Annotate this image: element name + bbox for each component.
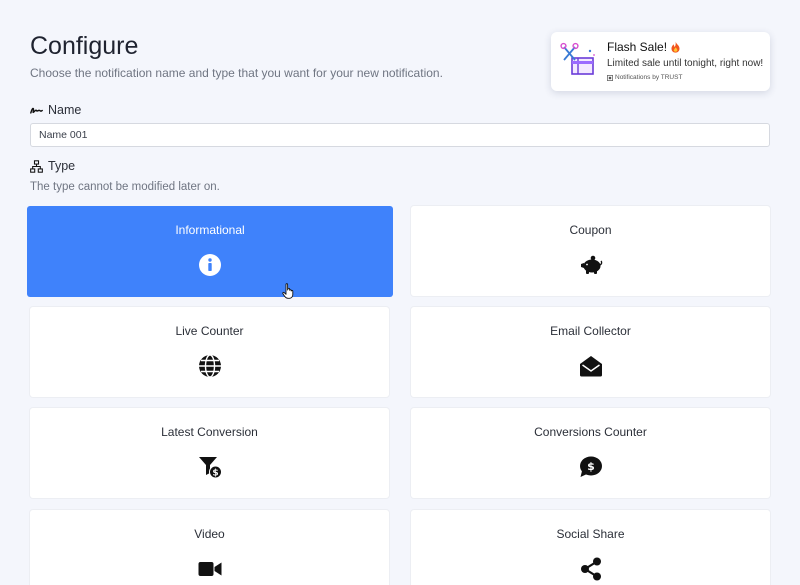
envelope-open-icon [578, 353, 604, 379]
trust-badge-icon [607, 74, 613, 81]
flash-sale-image [559, 41, 599, 81]
type-card-label: Email Collector [550, 324, 631, 338]
type-card-informational[interactable]: Informational [27, 206, 393, 297]
page-title: Configure [30, 32, 139, 60]
type-label: Type [30, 159, 75, 173]
fire-icon [671, 41, 680, 53]
signature-icon [30, 107, 43, 114]
type-card-label: Video [194, 527, 225, 541]
type-card-label: Informational [175, 223, 245, 237]
page-subtitle: Choose the notification name and type th… [30, 66, 443, 80]
video-camera-icon [197, 556, 223, 582]
type-card-latest-conversion[interactable]: Latest Conversion $ [30, 408, 389, 498]
globe-icon [197, 353, 223, 379]
notification-title-row: Flash Sale! [607, 40, 763, 54]
svg-text:$: $ [212, 468, 218, 478]
type-card-conversions-counter[interactable]: Conversions Counter $ [411, 408, 770, 498]
notification-description: Limited sale until tonight, right now! [607, 58, 764, 69]
piggy-bank-icon [578, 252, 604, 278]
name-label: Name [30, 103, 81, 117]
type-hint: The type cannot be modified later on. [30, 181, 220, 193]
type-card-label: Coupon [569, 223, 612, 237]
type-card-email-collector[interactable]: Email Collector [411, 307, 770, 397]
type-card-label: Live Counter [175, 324, 244, 338]
funnel-dollar-icon: $ [197, 454, 223, 480]
name-label-text: Name [48, 103, 82, 117]
notification-credit-text: Notifications by TRUST [615, 74, 683, 81]
svg-text:$: $ [587, 460, 595, 473]
type-card-coupon[interactable]: Coupon [411, 206, 770, 296]
sitemap-icon [30, 159, 43, 173]
type-card-live-counter[interactable]: Live Counter [30, 307, 389, 397]
notification-credit[interactable]: Notifications by TRUST [607, 74, 763, 81]
share-icon [578, 556, 604, 582]
type-card-label: Latest Conversion [161, 425, 258, 439]
type-card-label: Conversions Counter [534, 425, 647, 439]
notification-body: Flash Sale! Limited sale until tonight, … [607, 40, 763, 81]
type-card-social-share[interactable]: Social Share [411, 510, 770, 585]
notification-preview[interactable]: Flash Sale! Limited sale until tonight, … [551, 32, 770, 91]
name-input[interactable] [30, 123, 770, 147]
type-card-label: Social Share [556, 527, 625, 541]
type-card-video[interactable]: Video [30, 510, 389, 585]
comment-dollar-icon: $ [578, 454, 604, 480]
hand-pointer-icon [282, 283, 294, 299]
notification-title: Flash Sale! [607, 40, 668, 54]
type-label-text: Type [48, 159, 76, 173]
info-circle-icon [197, 252, 223, 278]
